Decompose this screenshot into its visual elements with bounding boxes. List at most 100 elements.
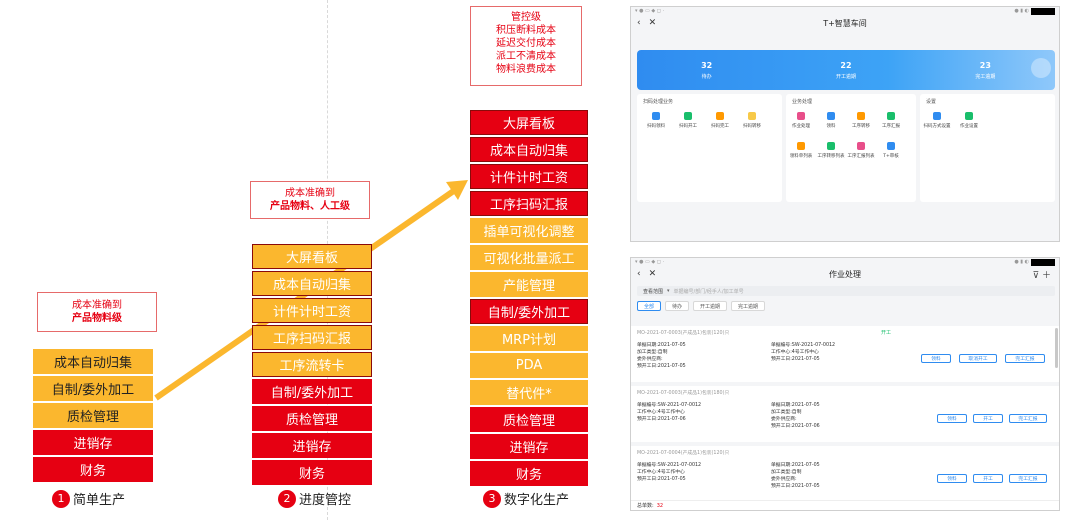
stage1-label: 1 简单生产 (52, 489, 125, 508)
banner-decoration (1031, 58, 1051, 78)
pick-button[interactable]: 领料 (937, 474, 967, 483)
stage3-note-line: 派工不清成本 (496, 51, 556, 62)
status-bar: ▾ ● ▭ ◆ ◻ · ● ▮ ◐ (631, 7, 1059, 15)
report-list-icon (857, 142, 865, 150)
stage3-block: 工序扫码汇报 (470, 191, 588, 216)
job-record[interactable]: MO-2021-07-0003(产成品1)包装(120)只 开工 单据日期:20… (631, 326, 1059, 382)
stage3-block: 进销存 (470, 434, 588, 459)
search-input[interactable]: 查看范围 ▾ 单据编号/部门/经手人/加工单号 (637, 286, 1055, 296)
scan-mode-icon (933, 112, 941, 120)
job-record[interactable]: MO-2021-07-0003(产成品1)包装(180)只 单据编号:SW-20… (631, 386, 1059, 442)
process-transfer-button[interactable]: 工序转移 (848, 112, 874, 129)
scrollbar[interactable] (1055, 328, 1058, 368)
scan-start-icon (684, 112, 692, 120)
job-record-left: 单据日期:2021-07-05 加工类型:自制 委外供应商: 预开工日:2021-07… (637, 343, 686, 369)
stage1-block: 自制/委外加工 (33, 376, 153, 401)
scan-start-button[interactable]: 扫码开工 (675, 112, 701, 129)
search-placeholder: 单据编号/部门/经手人/加工单号 (673, 288, 744, 295)
stage1-title: 简单生产 (73, 493, 126, 508)
stage1-block: 财务 (33, 457, 153, 482)
tab-finish-overdue[interactable]: 完工逾期 (731, 301, 766, 311)
tplus-audit-button[interactable]: T+审核 (878, 142, 904, 159)
pick-button[interactable]: 领料 (921, 354, 951, 363)
scan-transfer-button[interactable]: 扫码转移 (739, 112, 765, 129)
job-settings-button[interactable]: 作业设置 (956, 112, 982, 129)
settings-section-title: 设置 (926, 99, 937, 105)
stage3-note: 管控级 积压断料成本 延迟交付成本 派工不清成本 物料浪费成本 (470, 6, 582, 86)
total-value: 32 (656, 502, 664, 509)
stage1-block: 成本自动归集 (33, 349, 153, 374)
pick-list-icon (797, 142, 805, 150)
scan-pick-icon (652, 112, 660, 120)
tab-todo[interactable]: 待办 (665, 301, 690, 311)
finish-report-button[interactable]: 完工汇报 (1005, 354, 1045, 363)
stage3-title: 数字化生产 (504, 493, 570, 508)
cancel-start-button[interactable]: 取消开工 (959, 354, 997, 363)
filter-add-icons[interactable]: ⊽ ＋ (1033, 268, 1051, 281)
stage2-block: 计件计时工资 (252, 298, 372, 323)
scan-finish-button[interactable]: 扫码完工 (707, 112, 733, 129)
stage1-note: 成本准确到 产品物料级 (37, 292, 157, 332)
app-home-topbar: ‹ ✕ T+智慧车间 (631, 15, 1059, 31)
search-scope-label[interactable]: 查看范围 (643, 288, 663, 295)
start-button[interactable]: 开工 (973, 474, 1003, 483)
process-report-button[interactable]: 工序汇报 (878, 112, 904, 129)
start-button[interactable]: 开工 (973, 414, 1003, 423)
app-job-title: 作业处理 (829, 269, 861, 279)
app-job-topbar: ‹ ✕ 作业处理 ⊽ ＋ (631, 266, 1059, 282)
stage1-block: 质检管理 (33, 403, 153, 428)
tab-all[interactable]: 全部 (637, 301, 662, 311)
scan-pick-button[interactable]: 扫码领料 (643, 112, 669, 129)
material-pick-button[interactable]: 领料 (818, 112, 844, 129)
job-record[interactable]: MO-2021-07-0004(产成品1)包装(120)只 单据编号:SW-20… (631, 446, 1059, 502)
stat-todo[interactable]: 32 待办 (637, 50, 776, 90)
stage3-block: 质检管理 (470, 407, 588, 432)
stage2-block: 工序流转卡 (252, 352, 372, 377)
stats-banner: 32 待办 22 开工逾期 23 完工逾期 (637, 50, 1055, 90)
app-home-title: T+智慧车间 (823, 18, 867, 28)
stage3-block: PDA (470, 353, 588, 378)
stage2-block: 成本自动归集 (252, 271, 372, 296)
stage3-block: 替代件* (470, 380, 588, 405)
finish-report-button[interactable]: 完工汇报 (1009, 414, 1047, 423)
stage2-block: 质检管理 (252, 406, 372, 431)
tplus-audit-icon (887, 142, 895, 150)
stage3-block: 成本自动归集 (470, 137, 588, 162)
stage1-note-line1: 成本准确到 (72, 300, 122, 311)
stage2-block: 进销存 (252, 433, 372, 458)
total-footer: 总单数: 32 (631, 500, 1059, 510)
report-list-button[interactable]: 工序汇报列表 (848, 142, 875, 159)
status-bar: ▾ ● ▭ ◆ ◻ · ● ▮ ◐ (631, 258, 1059, 266)
stage2-label: 2 进度管控 (278, 489, 351, 508)
finish-report-button[interactable]: 完工汇报 (1009, 474, 1047, 483)
stage1-number-badge: 1 (52, 489, 70, 508)
stage2-number-badge: 2 (278, 489, 296, 508)
scan-mode-settings-button[interactable]: 扫码方式设置 (924, 112, 951, 129)
settings-section-card: 设置 扫码方式设置 作业设置 (920, 94, 1055, 202)
stat-start-overdue[interactable]: 22 开工逾期 (776, 50, 915, 90)
total-label: 总单数: (637, 503, 654, 509)
job-process-button[interactable]: 作业处理 (788, 112, 814, 129)
scan-section-title: 扫码处理业务 (643, 99, 674, 105)
pick-list-button[interactable]: 领料单列表 (788, 142, 814, 159)
process-transfer-icon (857, 112, 865, 120)
stage2-note: 成本准确到 产品物料、人工级 (250, 181, 370, 219)
tab-start-overdue[interactable]: 开工逾期 (693, 301, 728, 311)
scan-section-card: 扫码处理业务 扫码领料 扫码开工 扫码完工 扫码转移 (637, 94, 782, 202)
job-record-right: 单据日期:2021-07-05 加工类型:自制 委外供应商: 预开工日:2021-07… (771, 463, 820, 489)
stage3-block: 产能管理 (470, 272, 588, 297)
stage3-block: 插单可视化调整 (470, 218, 588, 243)
scan-finish-icon (716, 112, 724, 120)
transfer-list-button[interactable]: 工序转移列表 (818, 142, 845, 159)
stage3-note-line: 积压断料成本 (496, 25, 556, 36)
job-record-header: MO-2021-07-0003(产成品1)包装(180)只 (637, 391, 730, 396)
stage2-block: 自制/委外加工 (252, 379, 372, 404)
stage2-stack: 大屏看板 成本自动归集 计件计时工资 工序扫码汇报 工序流转卡 自制/委外加工 … (252, 244, 372, 487)
pick-button[interactable]: 领料 (937, 414, 967, 423)
job-record-header: MO-2021-07-0003(产成品1)包装(120)只 (637, 331, 730, 336)
stage1-block: 进销存 (33, 430, 153, 455)
stage2-block: 财务 (252, 460, 372, 485)
stage2-note-line1: 成本准确到 (285, 188, 335, 199)
stage2-title: 进度管控 (299, 493, 352, 508)
business-section-title: 业务处理 (792, 99, 813, 105)
